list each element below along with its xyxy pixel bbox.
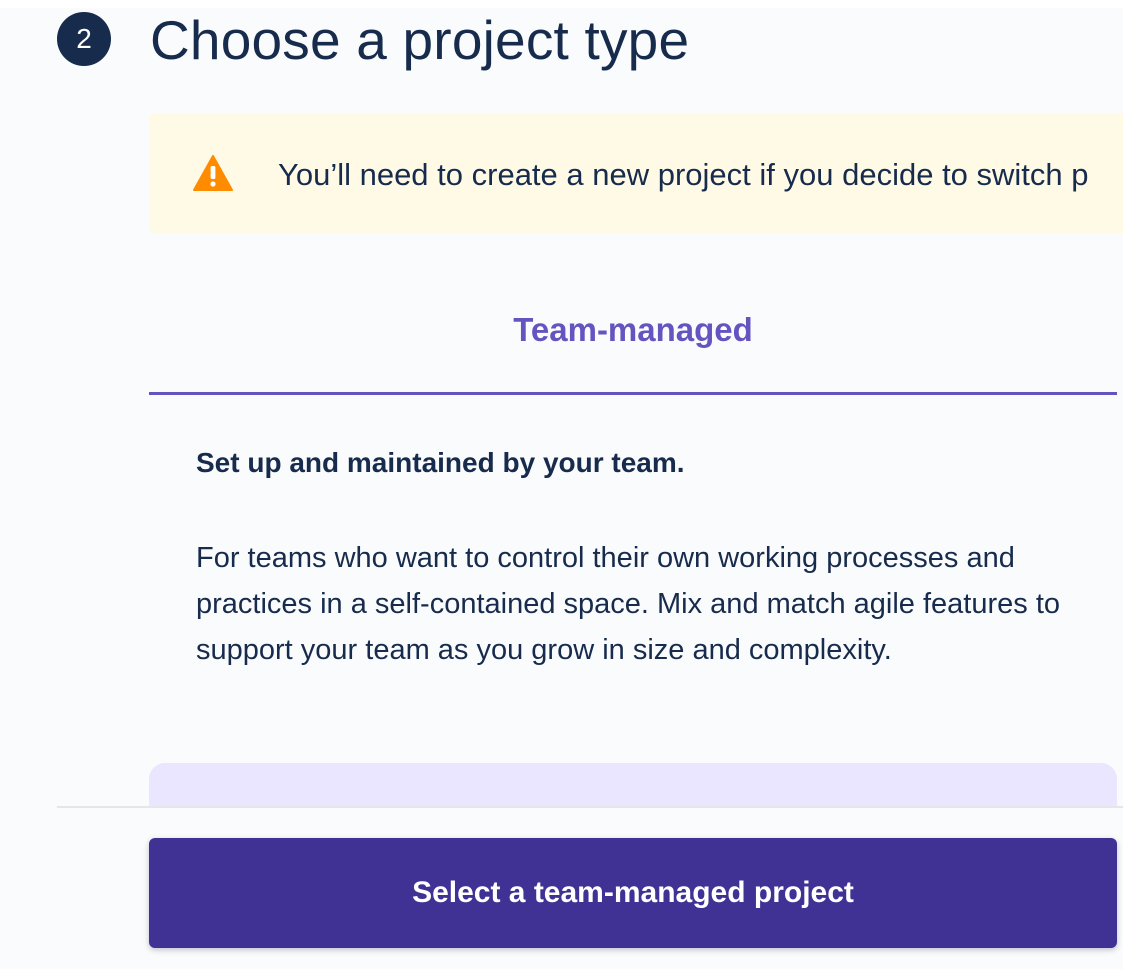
- tab-label: Team-managed: [513, 311, 753, 348]
- panel-heading: Set up and maintained by your team.: [196, 447, 685, 478]
- tab-team-managed[interactable]: Team-managed: [149, 300, 1117, 395]
- page-title: Choose a project type: [150, 9, 690, 71]
- project-type-step: 2 Choose a project type You’ll need to c…: [0, 0, 1123, 969]
- warning-triangle-icon: [193, 155, 233, 191]
- select-team-managed-project-button[interactable]: Select a team-managed project: [149, 838, 1117, 948]
- tab-selected-indicator: [149, 392, 1117, 395]
- panel-description: For teams who want to control their own …: [196, 542, 1061, 666]
- project-preview-card: [149, 763, 1117, 811]
- warning-banner: You’ll need to create a new project if y…: [149, 113, 1123, 233]
- warning-message: You’ll need to create a new project if y…: [278, 157, 1089, 192]
- step-number-badge: 2: [57, 12, 111, 66]
